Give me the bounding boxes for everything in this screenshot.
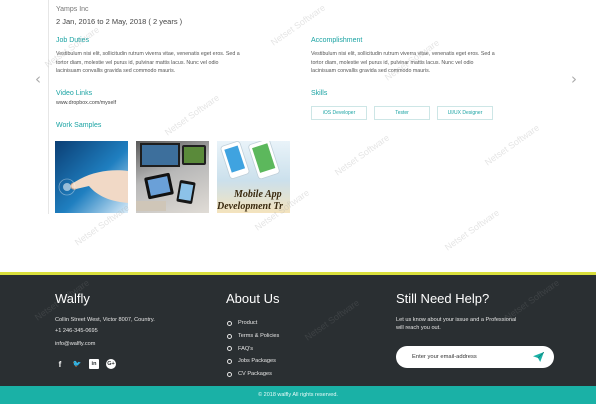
accomplishment-line: tortor diam, molestie vel purus id, pulv… (311, 59, 474, 66)
social-links: f 🐦 in G+ (55, 359, 116, 369)
watermark: Netset Software (482, 122, 542, 168)
footer-phone: +1 246-345-0695 (55, 328, 98, 334)
send-button[interactable] (531, 350, 545, 364)
copyright-bar: © 2018 walfly All rights reserved. (0, 386, 596, 404)
footer-link-jobs-packages[interactable]: Jobs Packages (227, 355, 279, 368)
footer-link-product[interactable]: Product (227, 317, 279, 330)
skill-tag: UI/UX Designer (437, 106, 493, 120)
twitter-icon[interactable]: 🐦 (72, 359, 82, 369)
email-input[interactable] (412, 354, 528, 360)
circle-bullet-icon (227, 333, 232, 339)
accomplishment-title: Accomplishment (311, 37, 363, 44)
help-text-line2: will reach you out. (396, 325, 441, 331)
newsletter-form (396, 346, 554, 368)
footer-link-label: Terms & Policies (238, 333, 280, 340)
footer-link-label: FAQ's (238, 345, 254, 352)
work-sample-devices[interactable] (136, 141, 209, 213)
video-link[interactable]: www.dropbox.com/myself (56, 99, 116, 108)
footer-link-cv-packages[interactable]: CV Packages (227, 368, 279, 381)
job-duties-line: tortor diam, molestie vel purus id, pulv… (56, 59, 219, 66)
watermark: Netset Software (442, 207, 502, 253)
watermark: Netset Software (502, 277, 562, 323)
skill-tag: iOS Developer (311, 106, 367, 120)
help-text-line1: Let us know about your issue and a Profe… (396, 317, 517, 323)
paper-plane-icon (532, 352, 544, 362)
skills-list: iOS Developer Tester UI/UX Designer (311, 106, 493, 120)
company-name: Yamps Inc (56, 6, 89, 13)
work-sample-mobile-app[interactable]: Mobile App Development Tr (217, 141, 290, 213)
footer-link-label: CV Packages (238, 371, 272, 378)
skills-title: Skills (311, 90, 328, 97)
help-title: Still Need Help? (396, 291, 490, 306)
accomplishment-line: lacinisuam convallis gravida sed commodo… (311, 68, 431, 75)
touchscreen-illustration (58, 170, 128, 203)
copyright-text: © 2018 walfly All rights reserved. (258, 392, 338, 398)
footer-brand-title: Walfly (55, 291, 90, 306)
circle-bullet-icon (227, 346, 232, 352)
footer-address: Collin Street West, Victor 8007, Country… (55, 317, 155, 323)
job-duties-text: Vestibulum nisi elit, sollicitudin rutru… (56, 50, 240, 76)
about-us-title: About Us (226, 291, 280, 306)
footer-link-terms[interactable]: Terms & Policies (227, 330, 279, 343)
work-samples-title: Work Samples (56, 122, 102, 129)
experience-section: Yamps Inc 2 Jan, 2016 to 2 May, 2018 ( 2… (0, 0, 596, 272)
sample-caption-line2: Development Tr (217, 201, 283, 212)
devices-illustration (136, 143, 206, 211)
watermark: Netset Software (332, 132, 392, 178)
circle-bullet-icon (227, 371, 232, 377)
sample-caption-line1: Mobile App (233, 189, 282, 200)
google-plus-icon[interactable]: G+ (106, 359, 116, 369)
watermark: Netset Software (162, 92, 222, 138)
circle-bullet-icon (227, 358, 232, 364)
next-arrow-icon[interactable]: › (571, 70, 577, 88)
job-duties-line: Vestibulum nisi elit, sollicitudin rutru… (56, 51, 240, 57)
employment-dates: 2 Jan, 2016 to 2 May, 2018 ( 2 years ) (56, 17, 183, 26)
skill-tag: Tester (374, 106, 430, 120)
job-duties-line: lacinisuam convallis gravida sed commodo… (56, 68, 176, 75)
linkedin-icon[interactable]: in (89, 359, 99, 369)
footer-link-label: Jobs Packages (238, 358, 276, 365)
footer-email[interactable]: info@walfly.com (55, 341, 95, 347)
work-sample-touchscreen[interactable] (55, 141, 128, 213)
timeline-line (48, 0, 49, 214)
footer: Walfly Collin Street West, Victor 8007, … (0, 272, 596, 386)
accomplishment-text: Vestibulum nisi elit, sollicitudin rutru… (311, 50, 495, 76)
footer-link-label: Product (238, 320, 258, 327)
footer-link-faq[interactable]: FAQ's (227, 342, 279, 355)
watermark: Netset Software (302, 297, 362, 343)
video-links-title: Video Links (56, 90, 93, 97)
job-duties-title: Job Duties (56, 37, 90, 44)
mobile-app-illustration: Mobile App Development Tr (217, 141, 283, 212)
facebook-icon[interactable]: f (55, 359, 65, 369)
accomplishment-line: Vestibulum nisi elit, sollicitudin rutru… (311, 51, 495, 57)
prev-arrow-icon[interactable]: ‹ (35, 70, 41, 88)
about-links: Product Terms & Policies FAQ's Jobs Pack… (227, 317, 279, 380)
circle-bullet-icon (227, 320, 232, 326)
